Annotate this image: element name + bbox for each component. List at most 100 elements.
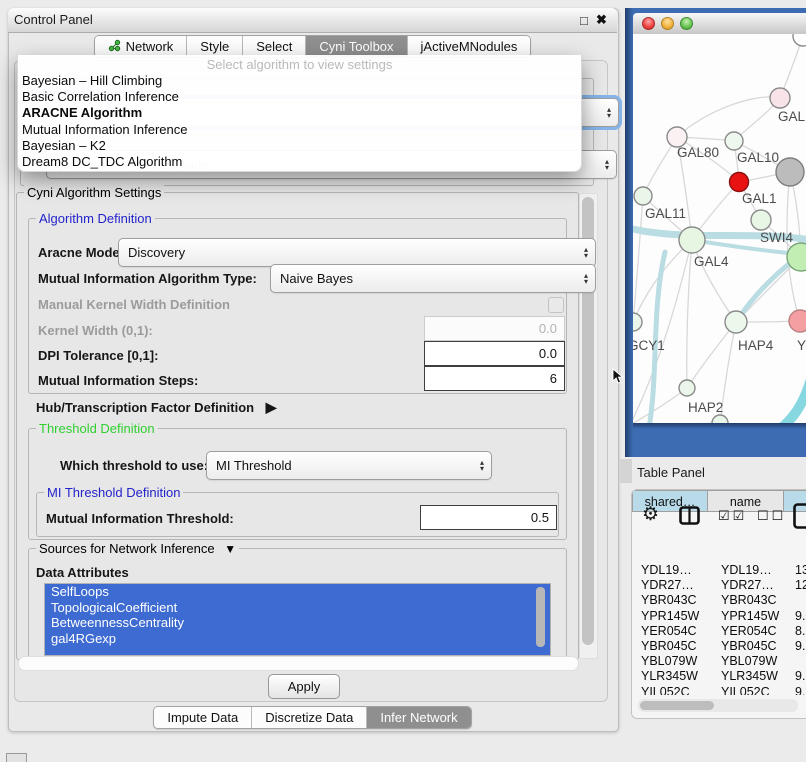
corner-partial-button[interactable] — [6, 753, 27, 762]
algorithm-option-basic-correlation-inference[interactable]: Basic Correlation Inference — [18, 89, 581, 105]
table-cell[interactable]: 13 — [788, 563, 806, 578]
settings-horizontal-scrollbar[interactable] — [18, 656, 579, 671]
network-node[interactable] — [776, 158, 804, 186]
network-node[interactable] — [633, 313, 642, 331]
manual-kernel-checkbox[interactable] — [548, 297, 564, 313]
attributes-scrollbar-thumb[interactable] — [536, 587, 545, 647]
bottom-tab-discretize-data[interactable]: Discretize Data — [251, 707, 366, 728]
network-node[interactable] — [725, 132, 743, 150]
mi-threshold-field[interactable]: 0.5 — [420, 505, 557, 530]
network-node[interactable] — [712, 415, 728, 423]
mi-type-select[interactable]: Naive Bayes ▴▾ — [270, 264, 596, 293]
algorithm-option-bayesian-hill-climbing[interactable]: Bayesian – Hill Climbing — [18, 73, 581, 89]
table-row[interactable]: YPR145WYPR145W9. — [636, 609, 806, 624]
float-window-icon[interactable]: □ — [580, 13, 588, 28]
tab-style[interactable]: Style — [186, 36, 242, 57]
algorithm-option-aracne-algorithm[interactable]: ARACNE Algorithm — [18, 105, 581, 121]
table-cell[interactable]: 9. — [788, 609, 806, 624]
network-node[interactable] — [751, 210, 771, 230]
network-canvas[interactable]: GALGAL80GAL10GAL1GAL11SWI4GAL4GCY1HAP4YH… — [633, 34, 806, 423]
zoom-traffic-light[interactable] — [680, 17, 693, 30]
network-node[interactable] — [789, 310, 806, 332]
table-cell[interactable]: YER054C — [636, 624, 712, 639]
algorithm-option-bayesian-k2[interactable]: Bayesian – K2 — [18, 138, 581, 154]
tab-cyni-toolbox[interactable]: Cyni Toolbox — [305, 36, 406, 57]
table-row[interactable]: YDL19…YDL19…13 — [636, 563, 806, 578]
table-cell[interactable]: YBR043C — [636, 593, 712, 608]
tab-network[interactable]: Network — [95, 36, 187, 57]
table-cell[interactable]: 12 — [788, 578, 806, 593]
table-cell[interactable]: YPR145W — [636, 609, 712, 624]
network-node[interactable] — [679, 380, 695, 396]
tab-select[interactable]: Select — [242, 36, 305, 57]
mi-steps-field[interactable]: 6 — [424, 366, 565, 391]
table-cell[interactable]: YPR145W — [712, 609, 788, 624]
algorithm-option-dream8-dc-tdc-algorithm[interactable]: Dream8 DC_TDC Algorithm — [18, 154, 581, 170]
table-cell[interactable]: YIL052C — [712, 685, 788, 696]
close-icon[interactable]: ✖ — [596, 12, 607, 28]
table-cell[interactable]: YBL079W — [636, 654, 712, 669]
algorithm-option-mutual-information-inference[interactable]: Mutual Information Inference — [18, 122, 581, 138]
aracne-mode-select[interactable]: Discovery ▴▾ — [118, 238, 596, 267]
table-cell[interactable]: YLR345W — [712, 669, 788, 684]
network-node[interactable] — [793, 34, 806, 46]
table-cell[interactable]: YIL052C — [636, 685, 712, 696]
table-scrollbar-thumb[interactable] — [640, 701, 714, 710]
attribute-item-selfloops[interactable]: SelfLoops — [45, 584, 550, 600]
network-node[interactable] — [679, 227, 705, 253]
table-row[interactable]: YBR045CYBR045C9. — [636, 639, 806, 654]
function-builder-icon[interactable] — [793, 503, 806, 535]
table-cell[interactable]: 9. — [788, 639, 806, 654]
attribute-item-topologicalcoefficient[interactable]: TopologicalCoefficient — [45, 600, 550, 616]
network-window-titlebar[interactable] — [633, 13, 806, 35]
table-cell[interactable]: YBR045C — [712, 639, 788, 654]
sources-group-title[interactable]: Sources for Network Inference ▼ — [36, 541, 239, 556]
attribute-item-betweennesscentrality[interactable]: BetweennessCentrality — [45, 615, 550, 631]
network-node[interactable] — [634, 187, 652, 205]
table-horizontal-scrollbar[interactable] — [638, 699, 798, 712]
table-row[interactable]: YBR043CYBR043C — [636, 593, 806, 608]
panel-splitter[interactable] — [620, 459, 632, 483]
deselect-all-icon[interactable]: ☐☐ — [757, 508, 786, 524]
table-cell[interactable]: YDR27… — [636, 578, 712, 593]
tab-jactivemnodules[interactable]: jActiveMNodules — [407, 36, 531, 57]
table-row[interactable]: YLR345WYLR345W9. — [636, 669, 806, 684]
table-cell[interactable]: YLR345W — [636, 669, 712, 684]
network-node[interactable] — [725, 311, 747, 333]
expanded-arrow-icon[interactable]: ▼ — [224, 542, 236, 556]
column-layout-icon[interactable] — [679, 505, 700, 531]
network-node[interactable] — [667, 127, 687, 147]
collapsed-arrow-icon[interactable]: ▶ — [266, 399, 277, 415]
settings-gear-icon[interactable]: ⚙ — [642, 503, 659, 526]
table-cell[interactable]: YER054C — [712, 624, 788, 639]
data-attributes-list[interactable]: SelfLoopsTopologicalCoefficientBetweenne… — [44, 583, 551, 656]
table-cell[interactable]: YDR27… — [712, 578, 788, 593]
table-cell[interactable]: 9. — [788, 685, 806, 696]
attribute-item-gal4rgexp[interactable]: gal4RGexp — [45, 631, 550, 647]
attribute-item[interactable] — [45, 646, 550, 656]
table-cell[interactable]: YBR045C — [636, 639, 712, 654]
table-cell[interactable]: YBR043C — [712, 593, 788, 608]
dpi-tolerance-field[interactable]: 0.0 — [424, 341, 565, 366]
minimize-traffic-light[interactable] — [661, 17, 674, 30]
close-traffic-light[interactable] — [642, 17, 655, 30]
table-row[interactable]: YDR27…YDR27…12 — [636, 578, 806, 593]
network-node[interactable] — [730, 173, 749, 192]
table-cell[interactable]: 9. — [788, 669, 806, 684]
kernel-width-field[interactable]: 0.0 — [424, 316, 565, 341]
select-all-icon[interactable]: ☑☑ — [718, 508, 747, 524]
table-cell[interactable]: YDL19… — [712, 563, 788, 578]
hub-definition-toggle[interactable]: Hub/Transcription Factor Definition ▶ — [36, 399, 277, 416]
table-cell[interactable]: 8. — [788, 624, 806, 639]
network-node[interactable] — [770, 88, 790, 108]
table-row[interactable]: YIL052CYIL052C9. — [636, 685, 806, 696]
bottom-tab-infer-network[interactable]: Infer Network — [366, 707, 470, 728]
table-row[interactable]: YBL079WYBL079W — [636, 654, 806, 669]
table-cell[interactable]: YBL079W — [712, 654, 788, 669]
table-row[interactable]: YER054CYER054C8. — [636, 624, 806, 639]
apply-button[interactable]: Apply — [268, 674, 340, 699]
which-threshold-select[interactable]: MI Threshold ▴▾ — [206, 451, 492, 480]
table-cell[interactable]: YDL19… — [636, 563, 712, 578]
bottom-tab-impute-data[interactable]: Impute Data — [154, 707, 251, 728]
network-node[interactable] — [787, 243, 806, 271]
